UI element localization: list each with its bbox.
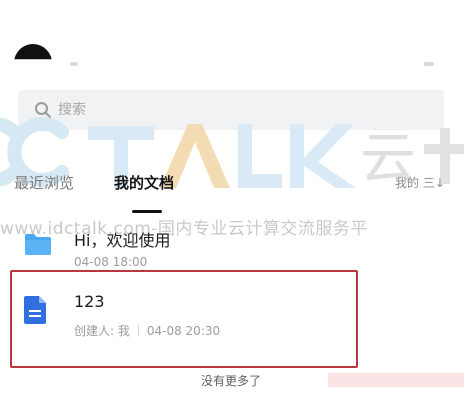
document-icon — [24, 296, 46, 324]
item-creator: 创建人: 我 — [74, 324, 130, 338]
tab-recent[interactable]: 最近浏览 — [14, 172, 74, 193]
header-indicator-right — [424, 62, 434, 66]
folder-icon — [25, 234, 51, 255]
footer-text: 没有更多了 — [200, 374, 261, 388]
search-input[interactable] — [58, 90, 428, 130]
meta-divider — [137, 325, 139, 336]
item-title: 123 — [74, 292, 105, 311]
item-meta: 创建人: 我 04-08 20:30 — [74, 322, 220, 339]
active-tab-indicator — [132, 210, 162, 213]
list-item[interactable]: Hi，欢迎使用 04-08 18:00 — [0, 216, 464, 276]
list-item-highlighted[interactable]: 123 创建人: 我 04-08 20:30 — [10, 270, 358, 368]
list-end-message: 没有更多了 — [0, 372, 464, 389]
header-indicator — [70, 62, 78, 66]
top-header — [0, 0, 464, 84]
document-tabs: 最近浏览 我的文档 我的 三↓ — [0, 166, 464, 216]
sort-button[interactable]: 我的 三↓ — [395, 174, 445, 191]
item-timestamp: 04-08 20:30 — [146, 324, 221, 338]
item-timestamp: 04-08 18:00 — [74, 255, 148, 269]
avatar[interactable] — [14, 44, 52, 60]
search-icon — [35, 102, 51, 118]
tab-my-documents[interactable]: 我的文档 — [114, 172, 174, 193]
search-bar[interactable] — [18, 90, 444, 130]
item-title: Hi，欢迎使用 — [74, 231, 171, 250]
